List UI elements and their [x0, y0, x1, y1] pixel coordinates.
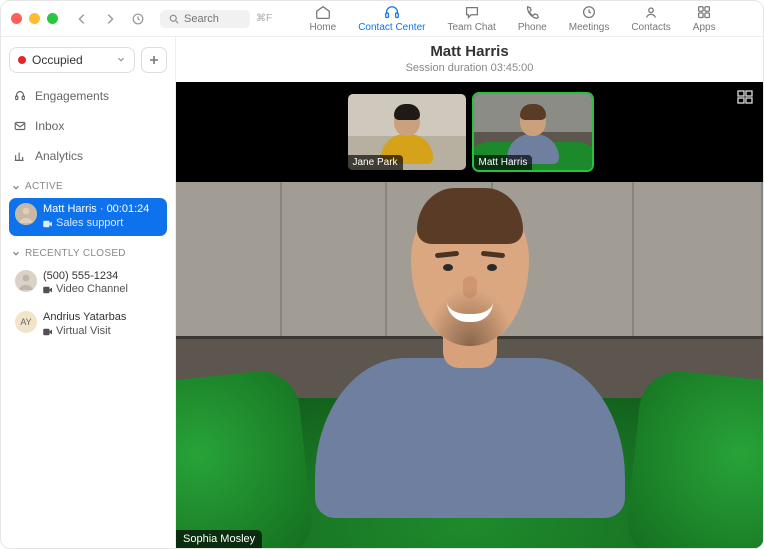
chat-icon	[463, 4, 481, 20]
nav-phone[interactable]: Phone	[518, 4, 547, 33]
avatar	[15, 270, 37, 292]
engagements-icon	[13, 89, 27, 103]
search-shortcut: ⌘F	[256, 13, 272, 24]
phone-icon	[523, 4, 541, 20]
contacts-icon	[642, 4, 660, 20]
video-area: Jane Park Matt Harris	[176, 82, 763, 548]
nav-apps-label: Apps	[693, 22, 716, 33]
apps-icon	[695, 4, 713, 20]
nav-contact-center-label: Contact Center	[358, 22, 425, 33]
agent-status-dropdown[interactable]: Occupied	[9, 47, 135, 73]
inbox-icon	[13, 119, 27, 133]
engagement-channel: Video Channel	[43, 283, 128, 297]
section-label: RECENTLY CLOSED	[25, 248, 126, 259]
headset-icon	[383, 4, 401, 20]
titlebar: ⌘F Home Contact Center Team Chat Phone M…	[1, 1, 763, 37]
avatar: AY	[15, 311, 37, 333]
call-title: Matt Harris	[176, 43, 763, 60]
participant-thumb[interactable]: Jane Park	[348, 94, 466, 170]
window-controls	[11, 13, 58, 24]
main-panel: Matt Harris Session duration 03:45:00 Ja…	[176, 37, 763, 548]
sidebar: Occupied Engagements Inbox Analytics	[1, 37, 176, 548]
nav-team-chat-label: Team Chat	[447, 22, 495, 33]
chevron-down-icon	[116, 53, 126, 67]
sidebar-item-label: Inbox	[35, 119, 64, 133]
engagement-recent-item[interactable]: AY Andrius Yatarbas Virtual Visit	[9, 306, 167, 344]
chevron-down-icon	[11, 248, 21, 258]
nav-back-button[interactable]	[70, 7, 94, 31]
status-dot-icon	[18, 56, 26, 64]
minimize-window[interactable]	[29, 13, 40, 24]
nav-home-label: Home	[310, 22, 337, 33]
nav-home[interactable]: Home	[310, 4, 337, 33]
chevron-down-icon	[11, 182, 21, 192]
section-active-header[interactable]: ACTIVE	[9, 173, 167, 194]
participant-name: Matt Harris	[474, 155, 533, 170]
session-duration: Session duration 03:45:00	[176, 62, 763, 74]
clock-icon	[580, 4, 598, 20]
main-video-feed	[176, 182, 763, 548]
search-input[interactable]	[184, 13, 234, 25]
video-icon	[43, 286, 53, 294]
avatar	[15, 203, 37, 225]
fullscreen-window[interactable]	[47, 13, 58, 24]
nav-forward-button[interactable]	[98, 7, 122, 31]
sidebar-item-analytics[interactable]: Analytics	[9, 143, 167, 169]
nav-apps[interactable]: Apps	[693, 4, 716, 33]
home-icon	[314, 4, 332, 20]
sidebar-item-label: Analytics	[35, 149, 83, 163]
active-speaker-name: Sophia Mosley	[176, 530, 262, 548]
sidebar-item-engagements[interactable]: Engagements	[9, 83, 167, 109]
engagement-active-item[interactable]: Matt Harris · 00:01:24 Sales support	[9, 198, 167, 236]
analytics-icon	[13, 149, 27, 163]
sidebar-item-label: Engagements	[35, 89, 109, 103]
nav-phone-label: Phone	[518, 22, 547, 33]
engagement-title: (500) 555-1234	[43, 270, 128, 284]
nav-team-chat[interactable]: Team Chat	[447, 4, 495, 33]
participant-thumb-self[interactable]: Matt Harris	[474, 94, 592, 170]
top-nav: Home Contact Center Team Chat Phone Meet…	[272, 4, 753, 33]
search-icon	[168, 13, 180, 25]
new-engagement-button[interactable]	[141, 47, 167, 73]
close-window[interactable]	[11, 13, 22, 24]
section-label: ACTIVE	[25, 181, 63, 192]
engagement-channel: Virtual Visit	[43, 325, 126, 339]
engagement-title: Andrius Yatarbas	[43, 311, 126, 325]
section-recent-header[interactable]: RECENTLY CLOSED	[9, 240, 167, 261]
nav-meetings-label: Meetings	[569, 22, 610, 33]
call-header: Matt Harris Session duration 03:45:00	[176, 37, 763, 82]
video-icon	[43, 220, 53, 228]
participant-thumbnails: Jane Park Matt Harris	[348, 94, 592, 170]
history-button[interactable]	[126, 7, 150, 31]
speaker-figure	[310, 198, 630, 518]
engagement-channel: Sales support	[43, 217, 149, 231]
layout-toggle-button[interactable]	[737, 90, 753, 107]
nav-contacts-label: Contacts	[631, 22, 670, 33]
video-icon	[43, 328, 53, 336]
engagement-title: Matt Harris · 00:01:24	[43, 203, 149, 217]
sidebar-item-inbox[interactable]: Inbox	[9, 113, 167, 139]
nav-contact-center[interactable]: Contact Center	[358, 4, 425, 33]
participant-name: Jane Park	[348, 155, 403, 170]
nav-meetings[interactable]: Meetings	[569, 4, 610, 33]
nav-contacts[interactable]: Contacts	[631, 4, 670, 33]
search-box[interactable]	[160, 10, 250, 28]
agent-status-label: Occupied	[32, 53, 83, 67]
engagement-recent-item[interactable]: (500) 555-1234 Video Channel	[9, 265, 167, 303]
